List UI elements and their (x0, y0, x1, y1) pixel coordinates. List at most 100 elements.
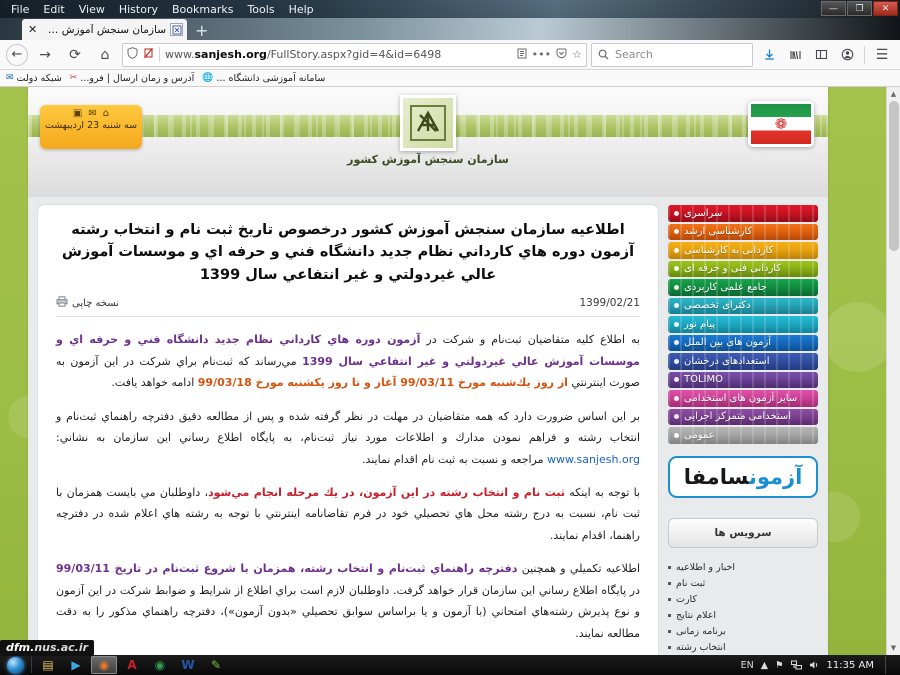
system-tray: EN ▲ ⚑ 11:35 AM (741, 656, 898, 674)
menu-item-omoomi[interactable]: عمومی (668, 427, 818, 444)
menu-item-label: استعدادهای درخشان (684, 355, 770, 367)
bullet-icon (674, 229, 679, 235)
menu-item-beinolmelal[interactable]: آزمون های بین الملل (668, 334, 818, 351)
bullet-icon (668, 645, 671, 649)
taskbar-apps: ▤ ▶ ◉ A ◉ W ✎ (35, 656, 229, 674)
brand-blue-part: آزمون (748, 464, 803, 489)
menu-item-payam-noor[interactable]: پیام نور (668, 316, 818, 333)
tab-close-icon[interactable]: ✕ (26, 24, 39, 35)
menu-item-kardani-be-karshenasi[interactable]: کاردانی به کارشناسی (668, 242, 818, 259)
service-label: اعلام نتایج (676, 609, 717, 621)
sanjesh-website-link[interactable]: www.sanjesh.org (547, 453, 640, 466)
bookmark-university-portal[interactable]: 🌐 سامانه آموزشی دانشگاه ... (202, 73, 325, 84)
forward-button[interactable]: → (32, 43, 58, 67)
new-tab-button[interactable]: + (187, 23, 216, 40)
menu-view[interactable]: View (72, 2, 112, 17)
menu-history[interactable]: History (112, 2, 165, 17)
url-domain: sanjesh.org (194, 48, 267, 61)
taskbar-notepad[interactable]: ✎ (203, 656, 229, 674)
shield-icon[interactable] (127, 47, 138, 62)
p4-bold-purple: دفترچه راهنماي ثبت‌نام و انتخاب رشته، هم… (56, 562, 518, 576)
bullet-icon (674, 247, 679, 253)
taskbar-word[interactable]: W (175, 656, 201, 674)
service-item-results[interactable]: اعلام نتایج (668, 610, 814, 621)
bullet-icon (674, 340, 679, 346)
reload-button[interactable]: ⟳ (62, 43, 88, 67)
menu-item-jame-elmi-karbordi[interactable]: جامع علمی کاربردی (668, 279, 818, 296)
menu-item-label: سراسری (684, 207, 723, 219)
menu-item-tolimo[interactable]: TOLIMO (668, 371, 818, 388)
start-button[interactable] (2, 655, 28, 675)
downloads-icon[interactable] (757, 43, 781, 67)
search-bar[interactable]: Search (591, 42, 753, 67)
service-item-news[interactable]: اخبار و اطلاعیه (668, 562, 814, 573)
menu-file[interactable]: File (4, 2, 36, 17)
menu-item-doctora[interactable]: دکترای تخصصی (668, 297, 818, 314)
scrollbar-track[interactable] (886, 101, 900, 641)
menu-item-estedadhaye-derakhshan[interactable]: استعدادهای درخشان (668, 353, 818, 370)
brand-dark-part: سامفا (683, 464, 750, 489)
service-item-field-selection[interactable]: انتخاب رشته (668, 642, 814, 653)
more-actions-icon[interactable]: ••• (532, 48, 551, 61)
bookmarks-toolbar: ✉ شبکه دولت ✂ آدرس و زمان ارسال | فرو...… (0, 70, 900, 87)
url-path: /FullStory.aspx?gid=4&id=6498 (266, 48, 442, 61)
tray-language[interactable]: EN (741, 660, 754, 671)
tab-sanjesh[interactable]: سازمان سنجش آموزش کشور ✕ (22, 19, 187, 40)
scrollbar-thumb[interactable] (888, 101, 899, 251)
menu-edit[interactable]: Edit (36, 2, 71, 17)
tooltip-bold: dfm. (6, 641, 35, 654)
menu-help[interactable]: Help (282, 2, 321, 17)
tray-chevron-up-icon[interactable]: ▲ (761, 660, 768, 671)
menu-bookmarks[interactable]: Bookmarks (165, 2, 240, 17)
home-button[interactable]: ⌂ (92, 43, 118, 67)
menu-item-sarasari[interactable]: سراسری (668, 205, 818, 222)
close-button[interactable]: ✕ (873, 1, 898, 16)
pocket-icon[interactable] (556, 48, 567, 62)
tray-network-icon[interactable] (790, 660, 802, 670)
menu-item-kardani-fanni[interactable]: کاردانی فنی و حرفه ای (668, 260, 818, 277)
tray-clock[interactable]: 11:35 AM (827, 660, 874, 671)
menu-item-estekhdami-motemarkez[interactable]: استخدامی متمرکز اجرایی (668, 408, 818, 425)
page-scrollbar[interactable]: ▲ ▼ (886, 87, 900, 655)
tooltip-rest: nus.ac.ir (34, 641, 89, 654)
back-button[interactable]: ← (6, 43, 28, 66)
site-logo[interactable]: سازمان سنجش آموزش کشور (28, 95, 828, 166)
bookmark-shabake-dolat[interactable]: ✉ شبکه دولت (6, 73, 62, 84)
service-label: کارت (676, 593, 697, 605)
restore-button[interactable]: ❐ (847, 1, 872, 16)
taskbar-chrome[interactable]: ◉ (147, 656, 173, 674)
tray-flag-icon[interactable]: ⚑ (775, 660, 784, 671)
taskbar-adobe-reader[interactable]: A (119, 656, 145, 674)
service-item-card[interactable]: کارت (668, 594, 814, 605)
minimize-button[interactable]: — (821, 1, 846, 16)
bullet-icon (674, 303, 679, 309)
scroll-up-arrow-icon[interactable]: ▲ (887, 87, 900, 101)
address-bar[interactable]: www.sanjesh.org/FullStory.aspx?gid=4&id=… (122, 42, 587, 67)
menu-item-karshenasi-arshad[interactable]: کارشناسی ارشد (668, 223, 818, 240)
services-header: سرویس ها (668, 517, 818, 548)
account-icon[interactable] (835, 43, 859, 67)
app-menu-icon[interactable]: ☰ (870, 43, 894, 67)
sidebar-icon[interactable] (809, 43, 833, 67)
taskbar-media-player[interactable]: ▶ (63, 656, 89, 674)
menu-bar: File Edit View History Bookmarks Tools H… (0, 0, 900, 18)
menu-tools[interactable]: Tools (240, 2, 281, 17)
show-desktop-button[interactable] (885, 656, 892, 674)
tray-volume-icon[interactable] (809, 660, 820, 670)
print-version-link[interactable]: نسخه چاپی (56, 296, 119, 310)
service-item-schedule[interactable]: برنامه زمانی (668, 626, 814, 637)
taskbar-firefox[interactable]: ◉ (91, 656, 117, 674)
library-icon[interactable] (783, 43, 807, 67)
taskbar-file-explorer[interactable]: ▤ (35, 656, 61, 674)
azmoon-samfa-banner[interactable]: آزمونسامفا (668, 455, 818, 498)
scroll-down-arrow-icon[interactable]: ▼ (887, 641, 900, 655)
menu-item-sayer-estekhdami[interactable]: سایر آزمون های استخدامی (668, 390, 818, 407)
printer-icon (56, 296, 68, 310)
tracking-protection-icon[interactable] (143, 47, 154, 62)
service-item-registration[interactable]: ثبت نام (668, 578, 814, 589)
bookmark-address-time[interactable]: ✂ آدرس و زمان ارسال | فرو... (70, 73, 194, 84)
bookmark-star-icon[interactable]: ☆ (572, 48, 582, 61)
reader-mode-icon[interactable] (517, 48, 527, 62)
p1-text-a: به اطلاع كليه متقاضيان ثبت‌نام و شركت در (420, 333, 640, 347)
bookmark-label: آدرس و زمان ارسال | فرو... (80, 72, 195, 84)
